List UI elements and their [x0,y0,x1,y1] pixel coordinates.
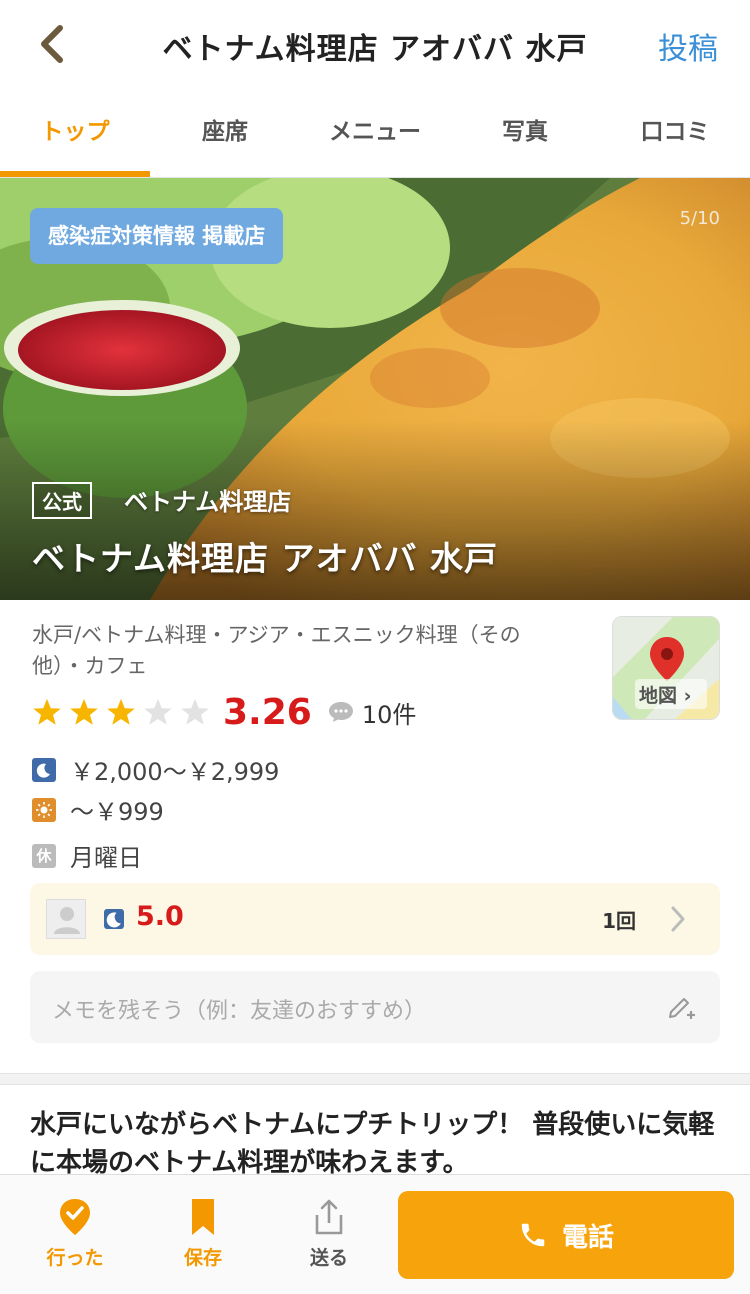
chevron-right-icon [671,906,685,932]
avatar [46,899,86,939]
moon-icon [104,909,124,929]
save-label: 保存 [183,1247,222,1269]
star-empty-icon [144,698,172,725]
memo-field[interactable]: メモを残そう（例：友達のおすすめ） [30,971,720,1043]
covid-info-badge[interactable]: 感染症対策情報 掲載店 [30,208,284,264]
went-button[interactable]: 行った [30,1197,120,1270]
section-divider [0,1073,750,1085]
lunch-price-row: ～￥999 [32,792,164,827]
official-badge: 公式 [32,482,92,519]
holiday-text: 月曜日 [70,844,142,872]
holiday-row: 休 月曜日 [32,838,142,873]
star-icon [107,698,135,725]
rating-score: 3.26 [223,691,312,733]
tab-top[interactable]: トップ [0,90,150,177]
star-empty-icon [181,698,209,725]
tab-photos[interactable]: 写真 [450,90,600,177]
my-review-score: 5.0 [136,901,184,932]
page-title: ベトナム料理店 アオババ 水戸 [162,32,588,67]
call-label: 電話 [561,1222,614,1253]
header-bar: ベトナム料理店 アオババ 水戸 投稿 [0,0,750,90]
bookmark-icon [192,1199,214,1235]
sun-icon [32,797,56,822]
restaurant-name: ベトナム料理店 アオババ 水戸 [32,539,498,578]
no-photo-icon [54,907,80,934]
photo-counter: 5/10 [679,208,720,229]
dinner-price-row: ￥2,000～￥2,999 [32,752,279,787]
map-button[interactable]: 地図 › [612,616,720,720]
bottom-action-bar: 行った 保存 送る 電話 [0,1174,750,1294]
pr-description: 水戸にいながらベトナムにプチトリップ！ 普段使いに気軽に本場のベトナム料理が味わ… [30,1110,715,1178]
went-check-icon [60,1199,90,1235]
star-icon [70,698,98,725]
lunch-price: ～￥999 [70,798,164,826]
save-button[interactable]: 保存 [158,1197,248,1270]
holiday-icon: 休 [32,843,56,868]
call-button[interactable]: 電話 [398,1191,734,1279]
hero-photo[interactable]: 感染症対策情報 掲載店 5/10 公式 ベトナム料理店 ベトナム料理店 アオババ… [0,178,750,600]
restaurant-category: 水戸/ベトナム料理・アジア・エスニック料理（その他）・カフェ [32,623,521,678]
phone-icon [521,1223,545,1247]
my-review-box[interactable]: 5.0 1回 [30,883,720,955]
moon-icon [32,757,56,782]
review-count[interactable]: 10件 [362,695,417,730]
star-icon [33,698,61,725]
rating-row: 3.26 10件 [32,691,417,733]
dinner-price: ￥2,000～￥2,999 [70,758,280,786]
edit-pencil-icon [669,998,695,1019]
share-icon [315,1199,343,1235]
tab-reviews[interactable]: 口コミ [600,90,750,177]
tab-bar: トップ 座席 メニュー 写真 口コミ [0,90,750,178]
post-button[interactable]: 投稿 [658,24,718,68]
map-label: 地図 › [639,685,692,707]
visit-count: 1回 [602,909,636,933]
share-button[interactable]: 送る [284,1197,374,1270]
went-label: 行った [46,1247,104,1269]
share-label: 送る [309,1247,348,1269]
tab-seats[interactable]: 座席 [150,90,300,177]
memo-placeholder: メモを残そう（例：友達のおすすめ） [52,999,427,1024]
tab-menu[interactable]: メニュー [300,90,450,177]
restaurant-genre: ベトナム料理店 [124,488,292,516]
comment-icon [328,702,353,722]
